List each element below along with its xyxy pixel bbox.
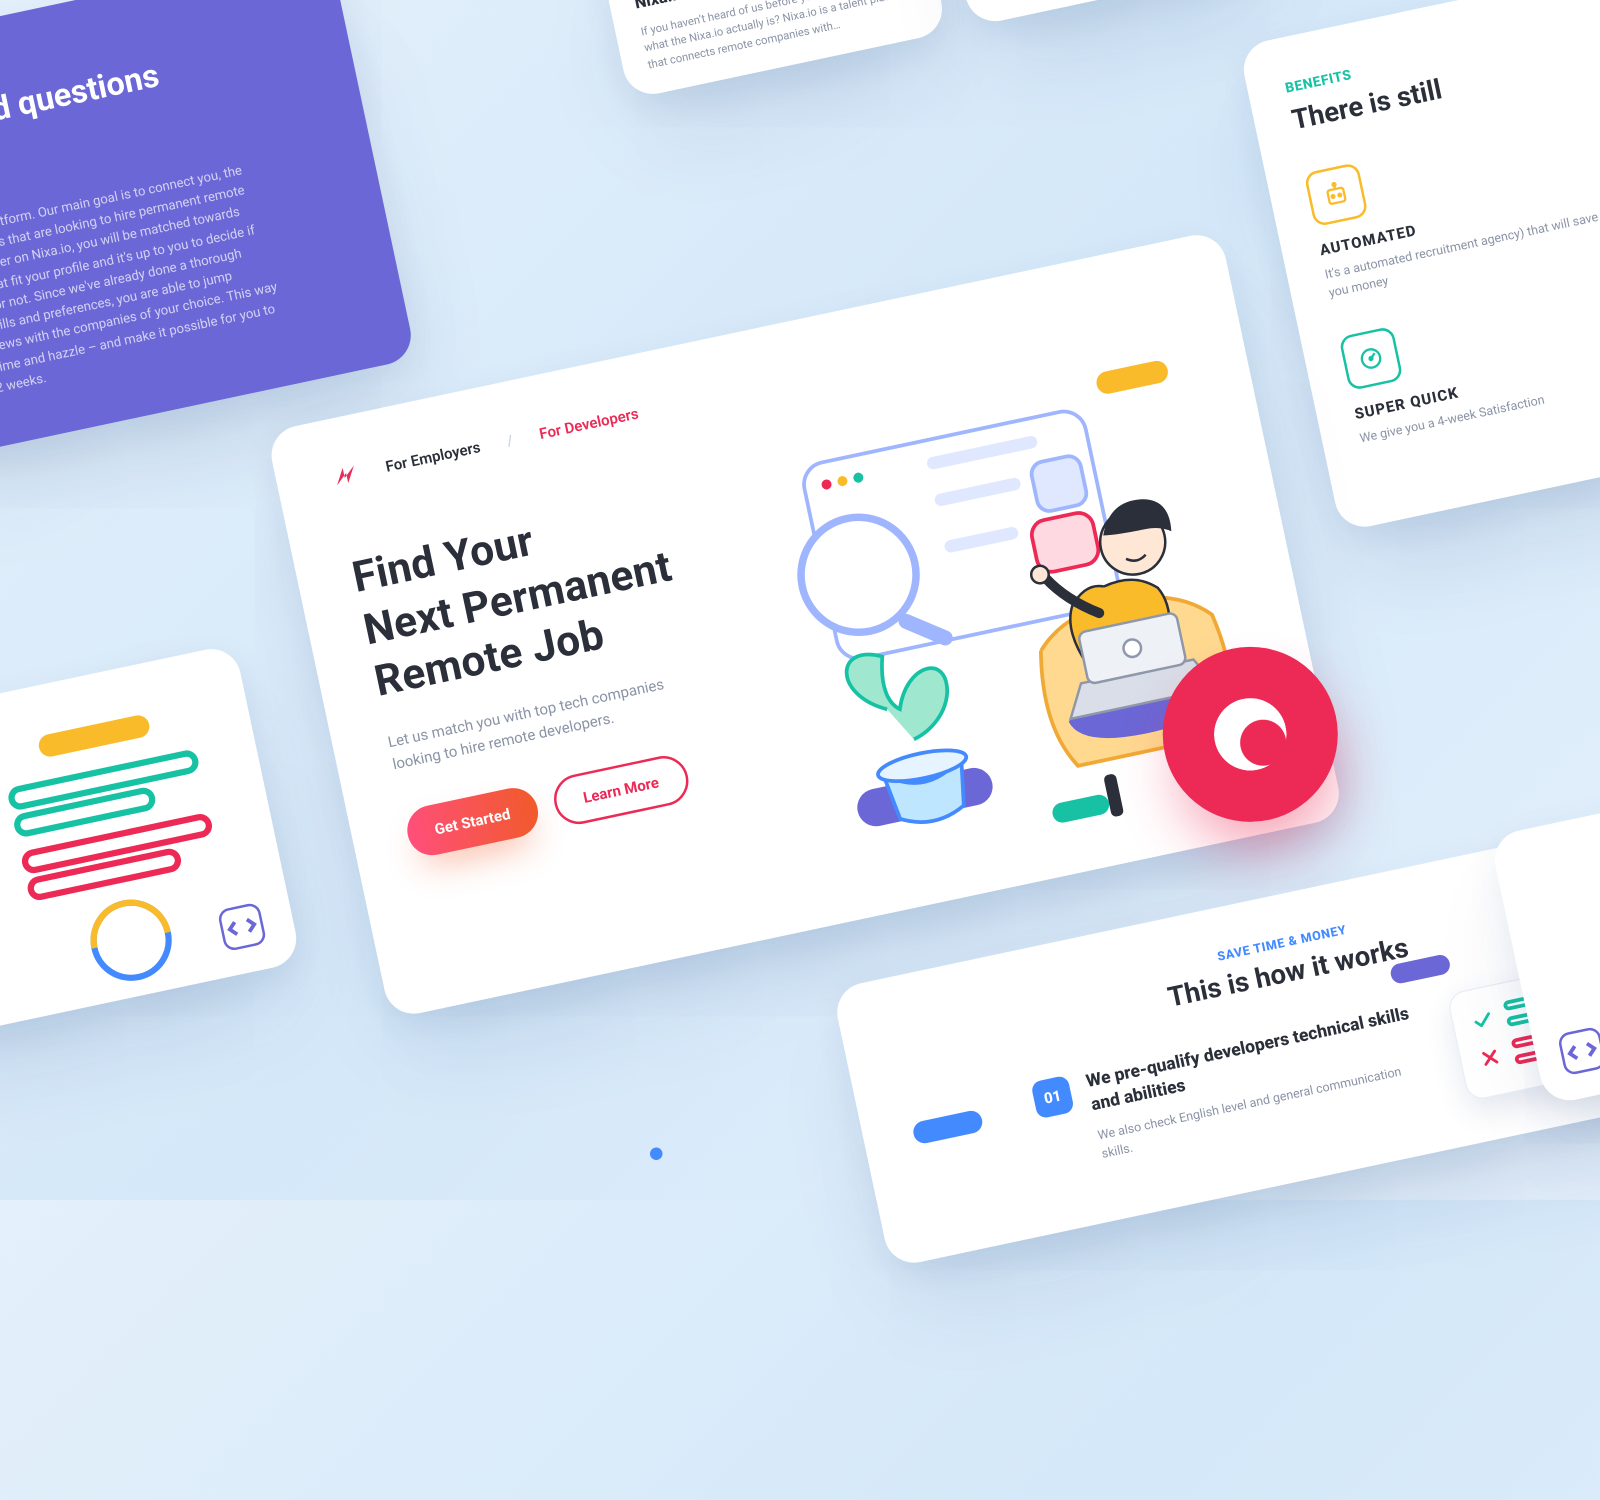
get-started-button[interactable]: Get Started <box>403 783 542 859</box>
check-icon <box>1469 1006 1496 1033</box>
benefit-item: SUPER QUICK We give you a 4-week Satisfa… <box>1338 275 1600 449</box>
blog-card[interactable]: Hiring Hire Top Remote Engineers With Ni… <box>596 0 948 99</box>
hero-illustration <box>688 307 1384 945</box>
nav-developers[interactable]: For Developers <box>538 405 640 443</box>
gauge-icon <box>1338 326 1403 391</box>
learn-more-button[interactable]: Learn More <box>549 751 693 828</box>
logo-icon[interactable] <box>329 459 362 492</box>
code-icon <box>1557 1026 1600 1076</box>
cross-icon <box>1477 1044 1504 1071</box>
blog-excerpt: If you haven’t heard of us before you mi… <box>640 0 920 75</box>
robot-icon <box>1304 162 1369 227</box>
faq-answer: Nixa.io is a curated job platform. Our m… <box>0 158 289 423</box>
decor-card-left <box>0 644 302 1071</box>
benefit-item: AUTOMATED It's a automated recruitment a… <box>1304 111 1600 303</box>
hero-card: For Employers / For Developers Find Your… <box>266 230 1344 1020</box>
blog-card[interactable]: If you haven’t heard of us before you mi… <box>938 0 1290 27</box>
faq-item[interactable]: 01 – What is Nixa.io? Nixa.io is a curat… <box>0 113 353 436</box>
step-number: 01 <box>1030 1075 1074 1119</box>
nav-employers[interactable]: For Employers <box>384 438 482 475</box>
dot-icon <box>650 1148 663 1161</box>
